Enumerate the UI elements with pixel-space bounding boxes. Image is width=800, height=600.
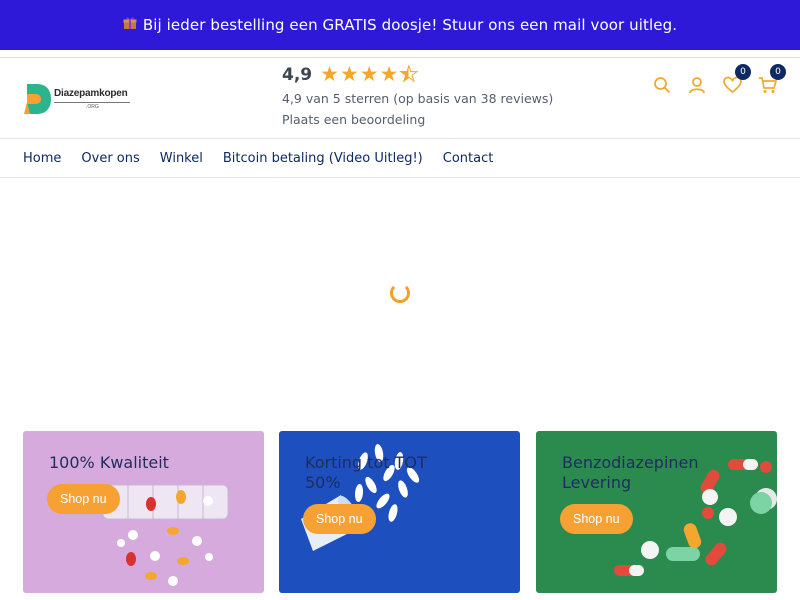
logo-divider [54, 102, 130, 103]
nav-item-winkel[interactable]: Winkel [160, 151, 203, 166]
shop-now-button[interactable]: Shop nu [303, 504, 376, 534]
logo-text: Diazepamkopen [54, 88, 128, 99]
search-button[interactable] [651, 74, 673, 96]
star-icon: ★ [320, 62, 339, 86]
nav-item-contact[interactable]: Contact [443, 151, 494, 166]
star-icon: ★ [339, 62, 359, 86]
half-star-icon: ★ [399, 62, 419, 86]
promo-title: Korting tot TOT 50% [305, 453, 427, 492]
nav-item-home[interactable]: Home [23, 151, 61, 166]
promo-title: Benzodiazepinen Levering [562, 453, 699, 492]
promo-card-discount[interactable]: Korting tot TOT 50% Shop nu [279, 431, 520, 593]
site-header: Diazepamkopen .ORG 4,9 ★ ★ ★ ★ ★ 4,9 van… [0, 57, 800, 139]
nav-item-bitcoin-betaling[interactable]: Bitcoin betaling (Video Uitleg!) [223, 151, 423, 166]
star-icon: ★ [359, 62, 379, 86]
wishlist-count-badge: 0 [735, 64, 751, 80]
star-icon: ★ [379, 62, 399, 86]
shop-now-button[interactable]: Shop nu [560, 504, 633, 534]
logo-subtext: .ORG [86, 104, 99, 110]
nav-item-over-ons[interactable]: Over ons [81, 151, 139, 166]
promo-title: 100% Kwaliteit [49, 453, 169, 472]
search-icon [654, 77, 670, 93]
main-nav: Home Over ons Winkel Bitcoin betaling (V… [0, 140, 800, 178]
rating-stars: ★ ★ ★ ★ ★ [320, 62, 419, 86]
site-logo[interactable]: Diazepamkopen .ORG [24, 82, 136, 118]
write-review-link[interactable]: Plaats een beoordeling [282, 112, 553, 127]
shop-now-button[interactable]: Shop nu [47, 484, 120, 514]
logo-mark-icon [24, 84, 51, 114]
loading-spinner [390, 283, 410, 303]
wishlist-button[interactable]: 0 [721, 64, 751, 96]
header-icons: 0 0 [638, 64, 786, 96]
announcement-bar: Bij ieder bestelling een GRATIS doosje! … [0, 0, 800, 50]
promo-card-delivery[interactable]: Benzodiazepinen Levering Shop nu [536, 431, 777, 593]
rating-summary: 4,9 van 5 sterren (op basis van 38 revie… [282, 91, 554, 106]
cart-button[interactable]: 0 [756, 64, 786, 96]
announcement-text: Bij ieder bestelling een GRATIS doosje! … [142, 16, 678, 34]
rating-score: 4,9 [282, 64, 313, 85]
cart-count-badge: 0 [770, 64, 786, 80]
rating-widget: 4,9 ★ ★ ★ ★ ★ 4,9 van 5 sterren (op basi… [282, 62, 554, 127]
user-icon [689, 77, 705, 94]
account-button[interactable] [686, 74, 708, 96]
promo-card-quality[interactable]: 100% Kwaliteit Shop nu [23, 431, 264, 593]
gift-icon [123, 16, 137, 34]
